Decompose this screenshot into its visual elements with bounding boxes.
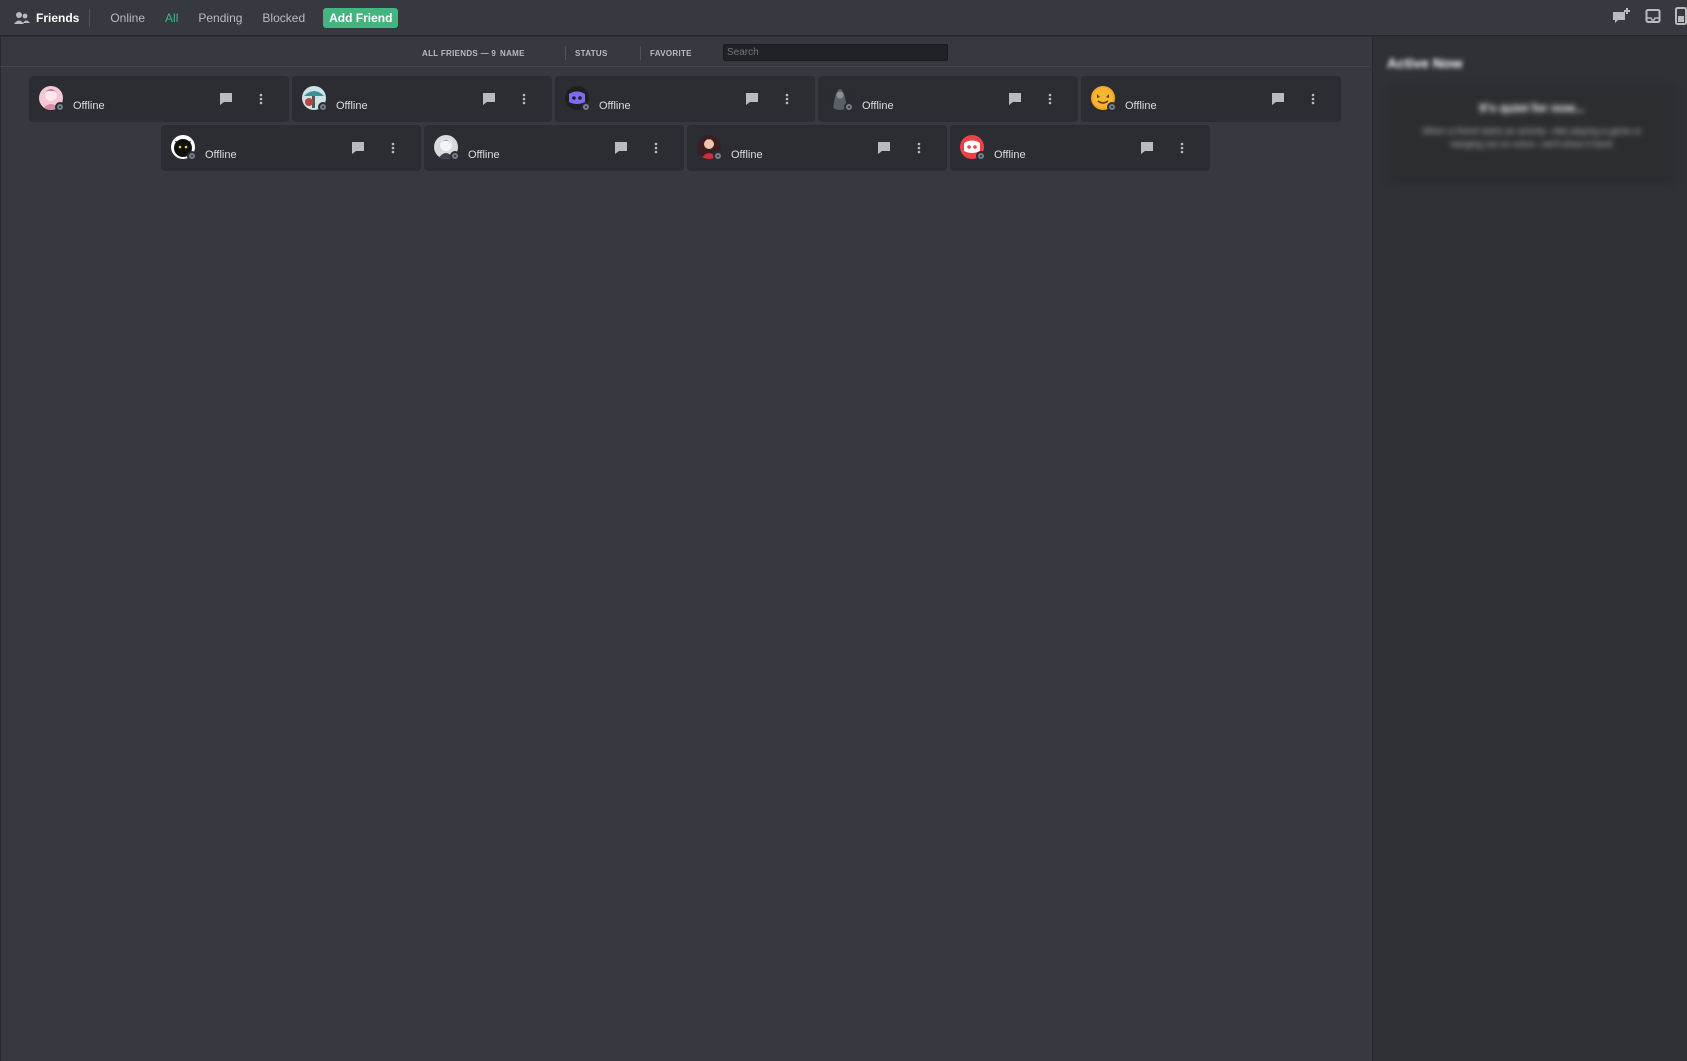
message-icon[interactable] [1140, 141, 1154, 155]
tab-all[interactable]: All [165, 9, 178, 27]
message-icon[interactable] [1008, 92, 1022, 106]
favorite-column-header[interactable]: FAVORITE [650, 49, 692, 58]
toolbar-right [1611, 7, 1687, 25]
message-icon[interactable] [351, 141, 365, 155]
more-options-icon[interactable] [915, 141, 923, 155]
friend-status: Offline [994, 149, 1026, 161]
left-divider [0, 36, 1, 1061]
offline-status-icon [976, 151, 986, 161]
new-group-dm-icon[interactable] [1611, 7, 1631, 25]
status-column-header[interactable]: STATUS [575, 49, 608, 58]
message-icon[interactable] [745, 92, 759, 106]
tab-online[interactable]: Online [110, 9, 145, 27]
empty-state-title: It's quiet for now... [1479, 101, 1585, 115]
more-options-icon[interactable] [520, 92, 528, 106]
offline-status-icon [844, 102, 854, 112]
offline-status-icon [450, 151, 460, 161]
active-now-panel: Active Now It's quiet for now... When a … [1372, 37, 1687, 1061]
friends-column-header: ALL FRIENDS — 9 NAME STATUS FAVORITE [0, 43, 1370, 67]
friend-status: Offline [599, 100, 631, 112]
offline-status-icon [713, 151, 723, 161]
offline-status-icon [55, 102, 65, 112]
friend-status: Offline [731, 149, 763, 161]
more-options-icon[interactable] [1046, 92, 1054, 106]
offline-status-icon [318, 102, 328, 112]
more-options-icon[interactable] [783, 92, 791, 106]
message-icon[interactable] [1271, 92, 1285, 106]
friend-card[interactable]: Offline [950, 125, 1210, 171]
friend-card[interactable]: Offline [818, 76, 1078, 122]
inbox-icon[interactable] [1645, 8, 1661, 24]
tab-pending[interactable]: Pending [198, 9, 242, 27]
offline-status-icon [1107, 102, 1117, 112]
search-input[interactable] [723, 44, 948, 61]
friend-card[interactable]: Offline [1081, 76, 1341, 122]
friend-card[interactable]: Offline [161, 125, 421, 171]
friend-status: Offline [1125, 100, 1157, 112]
friend-status: Offline [205, 149, 237, 161]
more-options-icon[interactable] [1178, 141, 1186, 155]
friends-header: Friends [14, 8, 91, 27]
active-now-empty-state: It's quiet for now... When a friend star… [1389, 85, 1675, 185]
friends-wave-icon [14, 11, 30, 25]
add-friend-button[interactable]: Add Friend [323, 7, 399, 28]
name-column-header[interactable]: NAME [500, 49, 525, 58]
friend-status: Offline [862, 100, 894, 112]
active-now-title: Active Now [1387, 55, 1463, 71]
top-bar: Friends Online All Pending Blocked Add F… [0, 0, 1687, 36]
tab-blocked[interactable]: Blocked [262, 9, 305, 27]
message-icon[interactable] [482, 92, 496, 106]
offline-status-icon [187, 151, 197, 161]
more-options-icon[interactable] [652, 141, 660, 155]
offline-status-icon [581, 102, 591, 112]
more-options-icon[interactable] [1309, 92, 1317, 106]
column-divider [640, 46, 641, 60]
friend-card[interactable]: Offline [292, 76, 552, 122]
message-icon[interactable] [219, 92, 233, 106]
friend-card[interactable]: Offline [555, 76, 815, 122]
friend-card[interactable]: Offline [424, 125, 684, 171]
friend-card[interactable]: Offline [29, 76, 289, 122]
message-icon[interactable] [877, 141, 891, 155]
page-title: Friends [36, 10, 80, 25]
friend-status: Offline [336, 100, 368, 112]
more-options-icon[interactable] [389, 141, 397, 155]
all-friends-count: ALL FRIENDS — 9 [422, 49, 497, 58]
friend-card[interactable]: Offline [687, 125, 947, 171]
friend-status: Offline [73, 100, 105, 112]
help-icon[interactable] [1675, 7, 1687, 25]
message-icon[interactable] [614, 141, 628, 155]
more-options-icon[interactable] [257, 92, 265, 106]
empty-state-body: When a friend starts an activity—like pl… [1422, 126, 1642, 149]
column-divider [565, 46, 566, 60]
friend-status: Offline [468, 149, 500, 161]
